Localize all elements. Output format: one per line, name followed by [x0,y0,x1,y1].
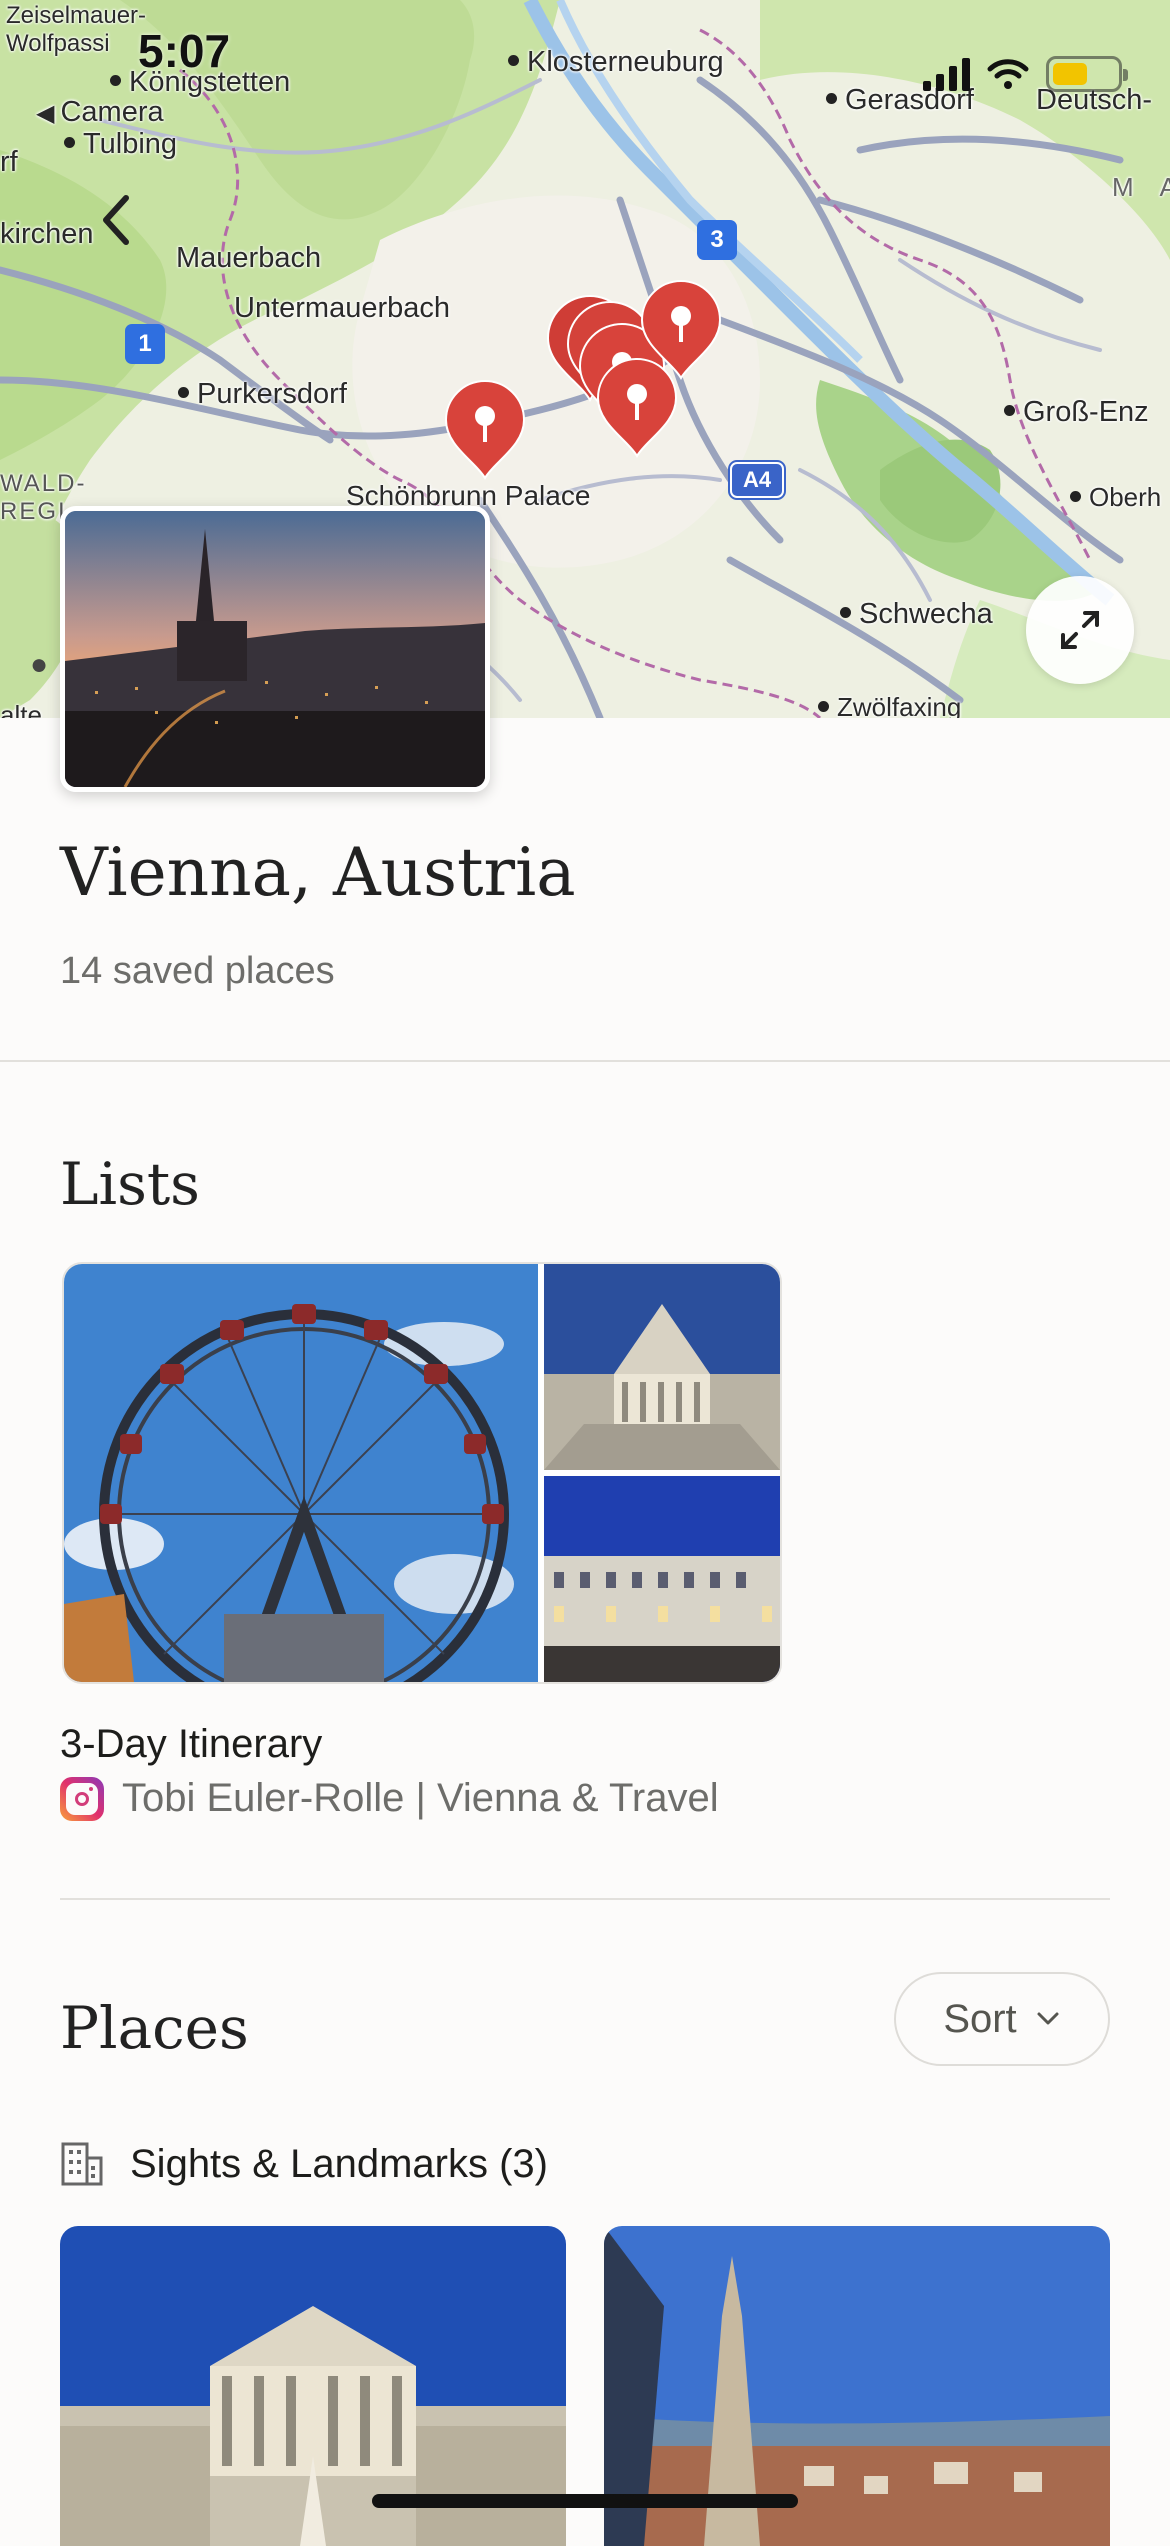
list-card[interactable] [62,1262,782,1684]
map-label: rf [0,146,18,178]
instagram-icon [60,1776,104,1821]
map-pin[interactable] [592,356,682,460]
expand-map-button[interactable] [1026,576,1134,684]
map-label-zwoelfaxing: Zwölfaxing [818,692,961,718]
sort-label: Sort [943,1996,1017,2041]
hofburg-image [544,1476,780,1682]
vienna-skyline-image [65,511,485,787]
sort-button[interactable]: Sort [894,1972,1110,2066]
status-icons [923,56,1128,92]
route-shield: A4 [728,460,786,500]
parliament-image [544,1264,780,1470]
chevron-down-icon [1037,2012,1059,2025]
map-label-oberh: Oberh [1070,482,1161,513]
category-header[interactable]: Sights & Landmarks (3) [60,2140,548,2188]
map-label: Zeiselmauer- [6,2,147,29]
map-label-grossenz: Groß-Enz [1004,396,1149,429]
route-shield: 1 [125,324,165,364]
city-hero-image[interactable] [60,506,490,792]
wifi-icon [987,59,1029,89]
map-label: alte [0,700,42,718]
ferris-wheel-image [64,1264,538,1682]
category-label: Sights & Landmarks (3) [130,2141,548,2186]
map-label: Wolfpassi [6,30,110,57]
apple-maps-logo: ● [30,648,49,681]
map-label: REGI [0,498,67,525]
list-author-name: Tobi Euler-Rolle | Vienna & Travel [122,1776,719,1820]
list-author[interactable]: Tobi Euler-Rolle | Vienna & Travel [60,1776,719,1821]
back-button[interactable] [88,188,144,252]
saved-places-count: 14 saved places [60,950,335,992]
map-label-purkersdorf: Purkersdorf [178,378,347,411]
route-shield: 3 [697,220,737,260]
places-heading: Places [60,1994,249,2062]
building-icon [61,2142,103,2186]
map-label: Mauerbach [176,242,322,274]
map-pin[interactable] [440,378,530,482]
list-title[interactable]: 3-Day Itinerary [60,1722,322,1767]
page-title: Vienna, Austria [60,834,576,911]
status-time: 5:07 [138,25,231,77]
expand-icon [1061,611,1099,649]
divider [0,1060,1170,1062]
map-label: Untermauerbach [234,292,450,324]
cellular-signal-icon [923,57,970,91]
map-label: kirchen [0,218,94,250]
map-label-tulbing: Tulbing [64,128,177,161]
battery-icon [1046,56,1128,92]
map-label: M A [1112,172,1170,202]
map-label: WALD- [0,470,87,497]
home-indicator[interactable] [372,2494,798,2508]
divider [60,1898,1110,1900]
chevron-left-icon [103,195,129,245]
lists-heading: Lists [60,1150,200,1218]
map-label-schwechat: Schwecha [840,598,993,631]
map-label-klosterneuburg: Klosterneuburg [508,46,724,79]
camera-back-link[interactable]: ◀ Camera [36,96,164,129]
